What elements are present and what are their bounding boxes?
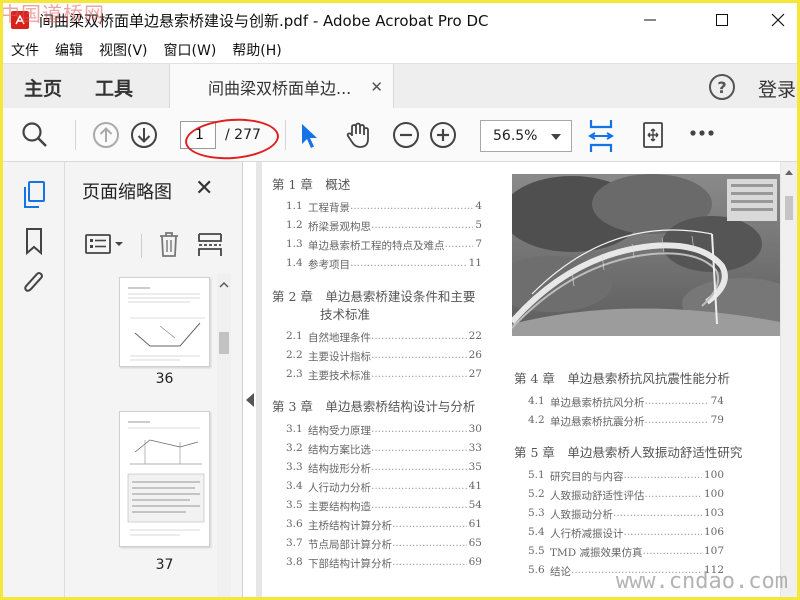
toc-entry[interactable]: 4.2单边悬索桥抗震分析............................… [528,414,724,429]
toc-entry[interactable]: 3.6主桥结构计算分析.............................… [286,518,482,533]
toc-entry[interactable]: 1.2桥梁景观构思...............................… [286,219,482,234]
scroll-up-icon[interactable] [217,278,231,292]
scrollbar-thumb[interactable] [219,332,229,354]
toc-chapter: 第 2 章 单边悬索桥建设条件和主要 [272,289,476,304]
zoom-dropdown[interactable]: 56.5% [480,120,572,152]
search-icon[interactable] [21,121,49,149]
toc-entry[interactable]: 3.1结构受力原理...............................… [286,423,482,438]
chevron-down-icon [551,134,561,140]
toc-entry[interactable]: 2.1自然地理条件...............................… [286,330,482,345]
toc-entry[interactable]: 1.3单边悬索桥工程的特点及难点........................… [286,238,482,253]
menu-help[interactable]: 帮助(H) [224,40,289,60]
title-bar: 间曲梁双桥面单边悬索桥建设与创新.pdf - Adobe Acrobat Pro… [3,3,797,37]
panel-title: 页面缩略图 [82,182,172,203]
toolbar: 1 / 277 56.5% [3,108,797,163]
hand-tool-icon[interactable] [343,120,373,150]
watermark-bottom: www.cndao.com [615,569,788,594]
attachment-icon[interactable] [21,268,47,302]
bridge-photo [512,174,780,336]
thumbnails-panel: 页面缩略图 ✕ 36 37 [65,162,243,597]
tab-home[interactable]: 主页 [24,74,62,101]
more-options-icon[interactable] [689,128,715,138]
menu-view[interactable]: 视图(V) [91,40,156,60]
fit-page-icon[interactable] [587,118,615,154]
zoom-in-icon[interactable] [429,121,457,149]
toc-entry[interactable]: 2.3主要技术标准...............................… [286,368,482,383]
toc-entry[interactable]: 4.1单边悬索桥抗风分析............................… [528,395,724,410]
toc-entry[interactable]: 1.4 参考项目.................................… [286,257,482,272]
toc-entry[interactable]: 5.5TMD 减振效果仿真...........................… [528,545,724,560]
extract-page-icon[interactable] [197,230,223,258]
document-scrollbar[interactable] [781,162,797,597]
rotate-view-icon[interactable] [639,120,667,150]
tab-document[interactable]: 间曲梁双桥面单边... ✕ [169,64,394,109]
thumbnails-list: 36 37 [65,274,243,597]
close-icon [771,13,785,27]
panel-close-icon[interactable]: ✕ [195,176,213,201]
toc-entry[interactable]: 3.2结构方案比选...............................… [286,442,482,457]
scroll-up-icon[interactable] [785,170,793,175]
zoom-value: 56.5% [493,128,538,144]
toc-entry[interactable]: 3.5主要结构构造...............................… [286,499,482,514]
toc-chapter: 第 3 章 单边悬索桥结构设计与分析 [272,399,476,414]
panel-toolbar [81,226,227,266]
tab-close-icon[interactable]: ✕ [370,78,383,96]
toc-chapter: 第 5 章 单边悬索桥人致振动舒适性研究 [514,445,743,460]
previous-page-icon[interactable] [92,121,120,149]
collapse-panel-icon[interactable] [246,393,254,407]
login-button[interactable]: 登录 [758,75,796,102]
toolbar-divider [285,120,286,150]
toc-entry[interactable]: 3.3结构拢形分析...............................… [286,461,482,476]
menu-bar: 文件 编辑 视图(V) 窗口(W) 帮助(H) [3,37,797,63]
toc-entry[interactable]: 5.3人致振动分析...............................… [528,507,724,522]
minimize-button[interactable] [627,3,673,37]
toc-chapter: 第 4 章 单边悬索桥抗风抗震性能分析 [514,371,730,386]
tab-bar: 主页 工具 间曲梁双桥面单边... ✕ ? 登录 [3,63,797,109]
toc-chapter: 第 1 章 概述 [272,177,351,192]
thumbnail-page-37[interactable] [119,411,210,547]
toc-chapter-continued: 技术标准 [320,307,371,322]
left-navigation-rail [3,162,65,597]
toc-entry[interactable]: 1.1 工程背景.................................… [286,200,482,215]
next-page-icon[interactable] [130,121,158,149]
toc-entry[interactable]: 2.2主要设计指标...............................… [286,349,482,364]
window-title: 间曲梁双桥面单边悬索桥建设与创新.pdf - Adobe Acrobat Pro… [39,11,489,30]
menu-edit[interactable]: 编辑 [47,40,91,60]
pdf-page: 第 1 章 概述 1.1 工程背景........................… [262,162,780,597]
maximize-button[interactable] [699,3,745,37]
zoom-out-icon[interactable] [392,121,420,149]
menu-window[interactable]: 窗口(W) [156,40,225,60]
toc-entry[interactable]: 3.4人行动力分析...............................… [286,480,482,495]
scrollbar-thumb[interactable] [785,196,793,220]
toc-entry[interactable]: 3.8下部结构计算分析.............................… [286,556,482,571]
minimize-icon [644,19,656,21]
panel-divider [141,234,142,258]
toc-entry[interactable]: 3.7节点局部计算分析.............................… [286,537,482,552]
tab-tools[interactable]: 工具 [95,74,133,101]
watermark-top: 中国道桥网 [0,2,105,26]
bookmark-icon[interactable] [21,226,47,260]
maximize-icon [716,14,728,26]
thumbnail-options-icon[interactable] [85,232,125,256]
thumbnail-page-36[interactable] [119,277,210,367]
toc-entry[interactable]: 5.4人行桥减振设计..............................… [528,526,724,541]
delete-page-icon[interactable] [157,230,181,258]
page-thumbnails-icon[interactable] [21,180,47,214]
help-icon[interactable]: ? [709,74,735,100]
document-view: 第 1 章 概述 1.1 工程背景........................… [256,162,797,597]
toolbar-divider [75,120,76,150]
menu-file[interactable]: 文件 [3,40,47,60]
thumbnails-scrollbar[interactable] [217,274,231,597]
document-tab-label: 间曲梁双桥面单边... [208,78,352,98]
toc-entry[interactable]: 5.1研究目的与内容..............................… [528,469,724,484]
select-cursor-icon[interactable] [298,122,320,150]
close-window-button[interactable] [755,3,800,37]
toc-entry[interactable]: 5.2人致振动舒适性评估............................… [528,488,724,503]
thumbnail-page-number: 36 [155,371,174,387]
thumbnail-page-number: 37 [155,557,174,573]
